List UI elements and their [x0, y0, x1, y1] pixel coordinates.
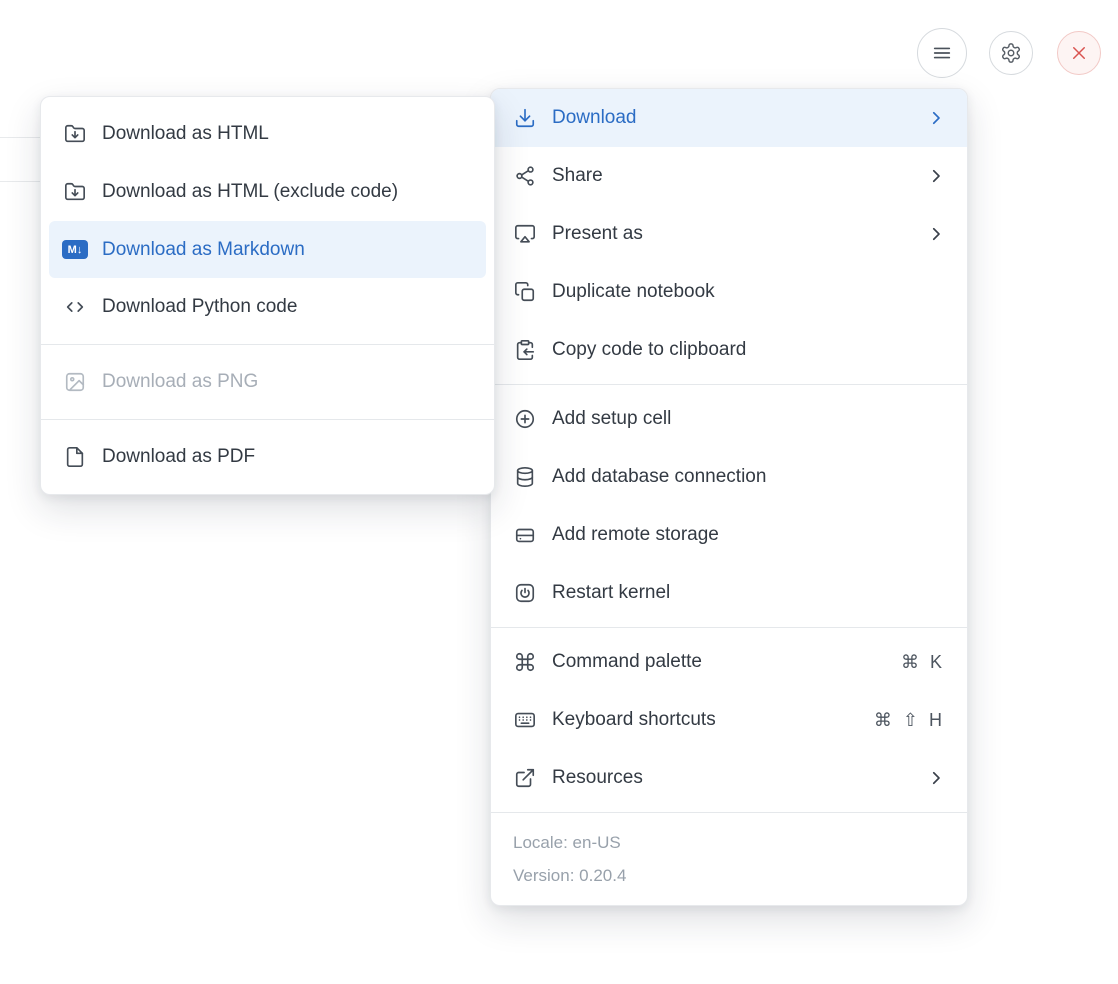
download-icon	[513, 106, 537, 130]
hamburger-icon	[931, 42, 953, 64]
menu-item-label: Download Python code	[102, 296, 472, 318]
menu-item-resources[interactable]: Resources	[491, 749, 967, 807]
menu-item-present-as[interactable]: Present as	[491, 205, 967, 263]
notebook-actions-menu: Download Share	[490, 88, 968, 906]
chevron-right-icon	[927, 109, 945, 127]
submenu-item-download-markdown[interactable]: M↓ Download as Markdown	[49, 221, 486, 278]
menu-group-cells: Add setup cell Add database connection	[491, 385, 967, 627]
submenu-item-download-html-exclude-code[interactable]: Download as HTML (exclude code)	[41, 163, 494, 221]
shortcut-hint: ⌘ K	[901, 652, 945, 673]
menu-item-label: Copy code to clipboard	[552, 339, 945, 361]
download-submenu: Download as HTML Download as HTML (exclu…	[40, 96, 495, 495]
image-icon	[63, 370, 87, 394]
chevron-right-icon	[927, 225, 945, 243]
menu-item-restart-kernel[interactable]: Restart kernel	[491, 564, 967, 622]
shortcut-hint: ⌘ ⇧ H	[874, 710, 945, 731]
menu-item-add-database-connection[interactable]: Add database connection	[491, 448, 967, 506]
keyboard-icon	[513, 708, 537, 732]
database-icon	[513, 465, 537, 489]
restart-kernel-icon	[513, 581, 537, 605]
menu-item-label: Command palette	[552, 651, 886, 673]
duplicate-icon	[513, 280, 537, 304]
menu-item-label: Add remote storage	[552, 524, 945, 546]
submenu-group-png: Download as PNG	[41, 345, 494, 419]
close-button[interactable]	[1057, 31, 1101, 75]
menu-footer: Locale: en-US Version: 0.20.4	[491, 813, 967, 905]
menu-item-label: Resources	[552, 767, 912, 789]
version-text: Version: 0.20.4	[513, 859, 945, 892]
command-icon	[513, 650, 537, 674]
code-icon	[63, 295, 87, 319]
chevron-right-icon	[927, 167, 945, 185]
menu-item-label: Present as	[552, 223, 912, 245]
menu-item-label: Download as HTML (exclude code)	[102, 181, 472, 203]
menu-item-label: Download as PNG	[102, 371, 472, 393]
share-icon	[513, 164, 537, 188]
close-icon	[1070, 44, 1088, 62]
menu-item-add-setup-cell[interactable]: Add setup cell	[491, 390, 967, 448]
menu-item-label: Add database connection	[552, 466, 945, 488]
menu-item-download[interactable]: Download	[491, 89, 967, 147]
markdown-icon: M↓	[63, 238, 87, 262]
menu-item-command-palette[interactable]: Command palette ⌘ K	[491, 633, 967, 691]
folder-download-icon	[63, 122, 87, 146]
menu-item-label: Keyboard shortcuts	[552, 709, 859, 731]
menu-item-keyboard-shortcuts[interactable]: Keyboard shortcuts ⌘ ⇧ H	[491, 691, 967, 749]
notebook-menu-button[interactable]	[917, 28, 967, 78]
add-cell-icon	[513, 407, 537, 431]
external-link-icon	[513, 766, 537, 790]
menu-group-notebook: Download Share	[491, 89, 967, 384]
submenu-item-download-html[interactable]: Download as HTML	[41, 105, 494, 163]
gear-icon	[1000, 42, 1022, 64]
submenu-item-download-pdf[interactable]: Download as PDF	[41, 428, 494, 486]
background-cell-border	[0, 137, 40, 182]
menu-item-label: Download	[552, 107, 912, 129]
chevron-right-icon	[927, 769, 945, 787]
locale-text: Locale: en-US	[513, 826, 945, 859]
menu-item-label: Duplicate notebook	[552, 281, 945, 303]
menu-item-add-remote-storage[interactable]: Add remote storage	[491, 506, 967, 564]
file-icon	[63, 445, 87, 469]
menu-item-label: Download as HTML	[102, 123, 472, 145]
menu-item-copy-code[interactable]: Copy code to clipboard	[491, 321, 967, 379]
menu-item-duplicate-notebook[interactable]: Duplicate notebook	[491, 263, 967, 321]
submenu-item-download-png[interactable]: Download as PNG	[41, 353, 494, 411]
menu-item-label: Add setup cell	[552, 408, 945, 430]
menu-item-label: Restart kernel	[552, 582, 945, 604]
clipboard-copy-icon	[513, 338, 537, 362]
menu-item-label: Share	[552, 165, 912, 187]
menu-item-share[interactable]: Share	[491, 147, 967, 205]
storage-icon	[513, 523, 537, 547]
present-icon	[513, 222, 537, 246]
submenu-group-pdf: Download as PDF	[41, 420, 494, 494]
submenu-group-formats: Download as HTML Download as HTML (exclu…	[41, 97, 494, 344]
menu-item-label: Download as Markdown	[102, 239, 472, 261]
settings-button[interactable]	[989, 31, 1033, 75]
submenu-item-download-python-code[interactable]: Download Python code	[41, 278, 494, 336]
folder-download-icon	[63, 180, 87, 204]
menu-item-label: Download as PDF	[102, 446, 472, 468]
menu-group-help: Command palette ⌘ K Keyboard shortcuts ⌘…	[491, 628, 967, 812]
